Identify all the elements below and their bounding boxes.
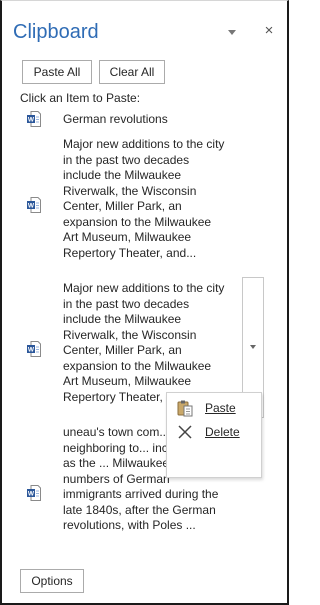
context-menu-delete-label: Delete: [205, 425, 240, 439]
clear-all-button[interactable]: Clear All: [99, 60, 165, 84]
close-icon[interactable]: ×: [261, 23, 277, 39]
item-context-menu: Paste Delete: [166, 392, 262, 478]
pane-title: Clipboard: [13, 21, 99, 43]
delete-icon: [176, 423, 194, 441]
clipboard-item[interactable]: W Major new additions to the city in the…: [18, 132, 264, 274]
task-pane-options-chevron-icon[interactable]: [226, 26, 240, 38]
svg-text:W: W: [28, 117, 35, 124]
word-document-icon: W: [27, 485, 41, 501]
clipboard-item-text: German revolutions: [63, 112, 168, 126]
instruction-text: Click an Item to Paste:: [20, 91, 141, 105]
options-button[interactable]: Options: [20, 569, 84, 593]
word-document-icon: W: [27, 197, 41, 213]
clipboard-item[interactable]: W German revolutions: [18, 107, 264, 131]
clipboard-item-text: Major new additions to the city in the p…: [63, 137, 225, 260]
context-menu-paste[interactable]: Paste: [168, 396, 260, 420]
paste-all-button[interactable]: Paste All: [22, 60, 92, 84]
svg-text:W: W: [28, 203, 35, 210]
svg-text:W: W: [28, 491, 35, 498]
svg-text:W: W: [28, 347, 35, 354]
word-document-icon: W: [27, 111, 41, 127]
clipboard-pane: Clipboard × Paste All Clear All Click an…: [0, 0, 289, 605]
context-menu-paste-label: Paste: [205, 401, 236, 415]
paste-icon: [176, 399, 194, 417]
context-menu-delete[interactable]: Delete: [168, 420, 260, 444]
word-document-icon: W: [27, 341, 41, 357]
clipboard-item-text: Major new additions to the city in the p…: [63, 281, 225, 404]
